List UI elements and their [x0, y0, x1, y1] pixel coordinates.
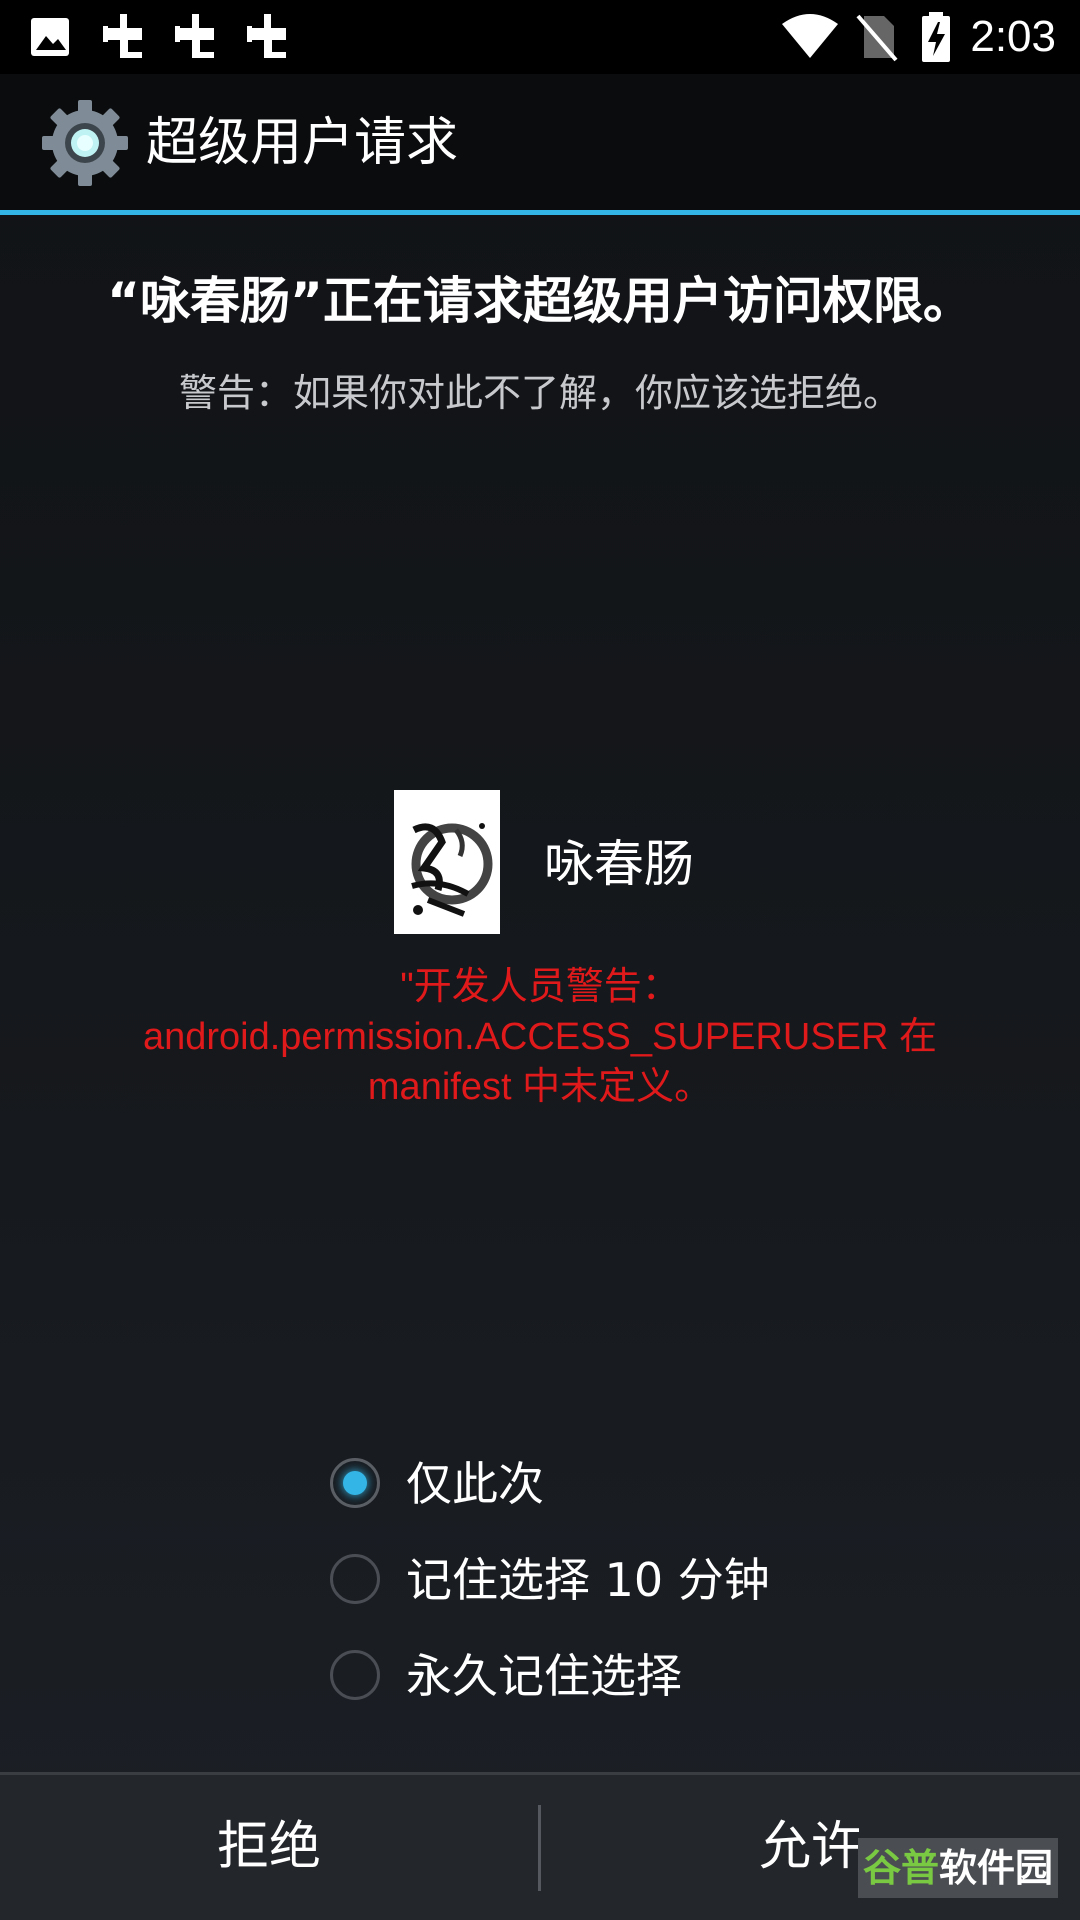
- option-forever[interactable]: 永久记住选择: [330, 1644, 930, 1708]
- no-sim-icon: [856, 14, 898, 62]
- option-once[interactable]: 仅此次: [330, 1452, 930, 1516]
- button-separator: [538, 1805, 541, 1891]
- radio-forever[interactable]: [330, 1650, 380, 1700]
- bug-icon: [103, 14, 142, 58]
- wifi-icon: [782, 14, 838, 58]
- battery-charging-icon: [922, 12, 950, 62]
- radio-10-minutes[interactable]: [330, 1554, 380, 1604]
- screen: 2:03 超级用户请求 “咏春肠”正在请求超级用户访问权限。 警告：如果你对此不…: [0, 0, 1080, 1920]
- watermark-part2: 软件园: [939, 1846, 1054, 1890]
- clock: 2:03: [970, 12, 1056, 61]
- developer-warning: "开发人员警告：android.permission.ACCESS_SUPERU…: [142, 966, 938, 1108]
- page-title: 超级用户请求: [146, 113, 459, 173]
- title-divider: [0, 210, 1080, 215]
- app-calligraphy-icon: [394, 790, 500, 934]
- watermark: 谷普软件园: [858, 1838, 1058, 1898]
- request-warning: 警告：如果你对此不了解，你应该选拒绝。: [178, 371, 901, 415]
- image-icon: [31, 18, 69, 56]
- app-name: 咏春肠: [544, 835, 694, 893]
- option-10-minutes[interactable]: 记住选择 10 分钟: [330, 1548, 930, 1612]
- bug-icon: [175, 14, 214, 58]
- option-label: 永久记住选择: [406, 1649, 682, 1703]
- deny-button[interactable]: 拒绝: [0, 1775, 538, 1920]
- request-headline: “咏春肠”正在请求超级用户访问权限。: [107, 272, 973, 330]
- bug-icon: [247, 14, 286, 58]
- title-bar: 超级用户请求: [0, 74, 1080, 210]
- watermark-part1: 谷普: [862, 1846, 939, 1890]
- option-label: 记住选择 10 分钟: [406, 1553, 770, 1607]
- gear-icon: [42, 100, 128, 186]
- option-label: 仅此次: [406, 1457, 544, 1511]
- status-bar: 2:03: [0, 0, 1080, 74]
- radio-once[interactable]: [330, 1458, 380, 1508]
